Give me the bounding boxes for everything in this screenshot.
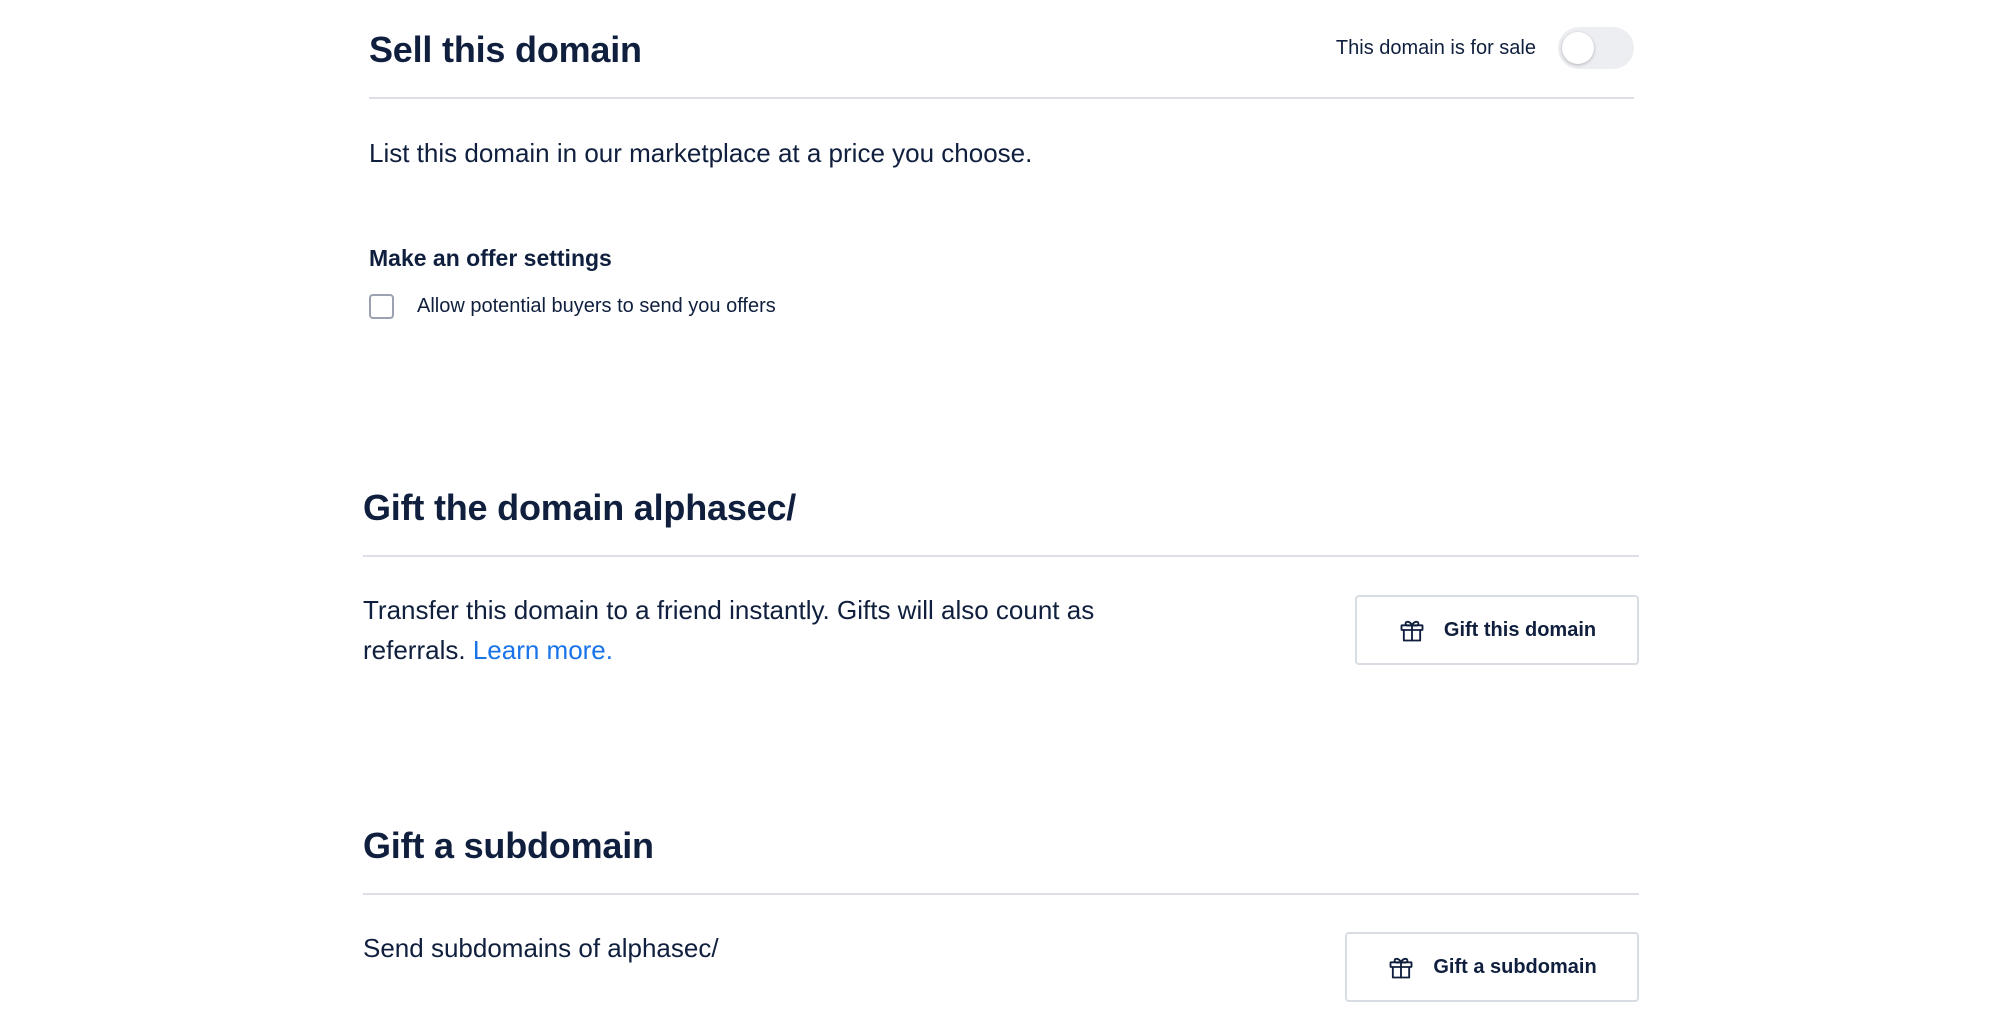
toggle-knob — [1562, 32, 1594, 64]
gift-domain-description: Transfer this domain to a friend instant… — [363, 590, 1123, 670]
allow-offers-option[interactable]: Allow potential buyers to send you offer… — [369, 294, 776, 319]
gift-subdomain-description: Send subdomains of alphasec/ — [363, 933, 719, 963]
gift-this-domain-button[interactable]: Gift this domain — [1355, 595, 1639, 665]
for-sale-toggle[interactable] — [1558, 27, 1634, 69]
gift-a-subdomain-label: Gift a subdomain — [1433, 955, 1597, 978]
divider — [369, 97, 1634, 99]
offer-settings-heading: Make an offer settings — [369, 245, 612, 271]
allow-offers-checkbox[interactable] — [369, 294, 394, 319]
gift-this-domain-label: Gift this domain — [1443, 618, 1597, 641]
sell-domain-heading: Sell this domain — [369, 29, 642, 70]
allow-offers-label: Allow potential buyers to send you offer… — [417, 295, 776, 317]
sell-domain-description: List this domain in our marketplace at a… — [369, 138, 1033, 168]
learn-more-link[interactable]: Learn more. — [473, 635, 613, 665]
divider — [363, 893, 1639, 895]
for-sale-toggle-group: This domain is for sale — [1336, 27, 1634, 69]
domain-settings-page: Sell this domain This domain is for sale… — [0, 0, 2000, 1014]
for-sale-label: This domain is for sale — [1335, 36, 1536, 59]
gift-icon — [1387, 953, 1415, 981]
gift-subdomain-heading: Gift a subdomain — [363, 825, 654, 866]
gift-a-subdomain-button[interactable]: Gift a subdomain — [1345, 932, 1639, 1002]
gift-icon — [1398, 616, 1426, 644]
gift-domain-heading: Gift the domain alphasec/ — [363, 487, 797, 528]
divider — [363, 555, 1639, 557]
